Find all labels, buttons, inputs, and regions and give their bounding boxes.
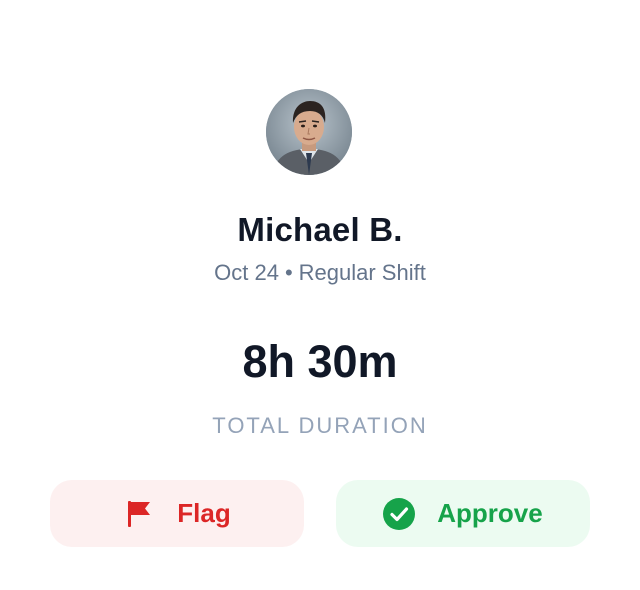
- person-photo-icon: [266, 89, 352, 175]
- employee-name: Michael B.: [237, 211, 403, 248]
- total-duration-label: TOTAL DURATION: [212, 413, 428, 438]
- shift-meta: Oct 24 • Regular Shift: [0, 258, 640, 288]
- avatar: [266, 89, 352, 175]
- shift-date: Oct 24: [214, 260, 279, 285]
- flag-button-label: Flag: [177, 498, 231, 528]
- timesheet-approval-card: Michael B. Oct 24 • Regular Shift 8h 30m T…: [0, 0, 640, 590]
- flag-button[interactable]: Flag: [50, 480, 304, 547]
- approve-button-label: Approve: [437, 498, 543, 528]
- approve-button[interactable]: Approve: [336, 480, 590, 547]
- flag-icon: [123, 498, 155, 530]
- shift-type: Regular Shift: [298, 260, 426, 285]
- total-duration-value: 8h 30m: [242, 336, 398, 387]
- meta-separator: •: [284, 260, 293, 285]
- check-circle-icon: [383, 497, 416, 530]
